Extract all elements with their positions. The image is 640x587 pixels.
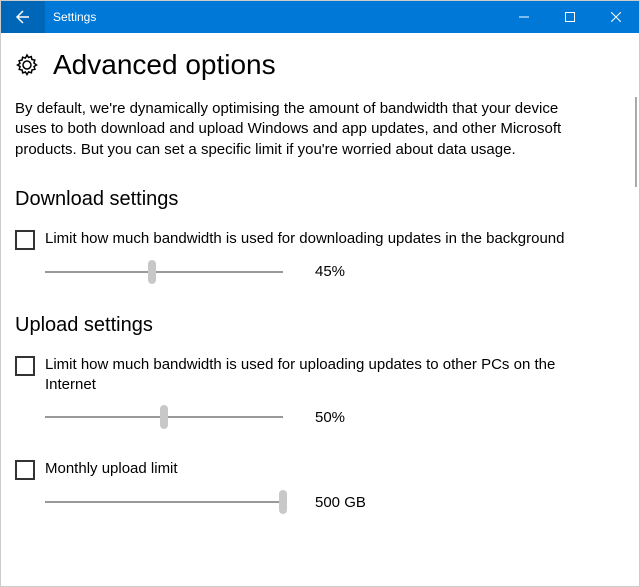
slider-thumb[interactable]: [160, 405, 168, 429]
page-title: Advanced options: [53, 49, 276, 81]
minimize-button[interactable]: [501, 1, 547, 33]
download-limit-row: Limit how much bandwidth is used for dow…: [15, 229, 625, 250]
minimize-icon: [519, 12, 529, 22]
slider-track: [45, 501, 283, 503]
upload-bandwidth-slider[interactable]: [45, 405, 283, 429]
close-button[interactable]: [593, 1, 639, 33]
page-header: Advanced options: [15, 49, 625, 81]
upload-limit-checkbox[interactable]: [15, 356, 35, 376]
monthly-limit-row: Monthly upload limit: [15, 459, 625, 480]
content-area: Advanced options By default, we're dynam…: [1, 33, 639, 586]
monthly-limit-label: Monthly upload limit: [45, 459, 178, 479]
download-limit-checkbox[interactable]: [15, 230, 35, 250]
monthly-upload-slider[interactable]: [45, 490, 283, 514]
arrow-left-icon: [15, 9, 31, 25]
maximize-icon: [565, 12, 575, 22]
window-title: Settings: [53, 10, 501, 24]
slider-thumb[interactable]: [148, 260, 156, 284]
scrollbar[interactable]: [635, 97, 637, 187]
upload-limit-row: Limit how much bandwidth is used for upl…: [15, 355, 625, 396]
slider-thumb[interactable]: [279, 490, 287, 514]
download-slider-value: 45%: [315, 263, 345, 280]
download-limit-label: Limit how much bandwidth is used for dow…: [45, 229, 565, 249]
window-controls: [501, 1, 639, 33]
back-button[interactable]: [1, 1, 45, 33]
monthly-limit-checkbox[interactable]: [15, 460, 35, 480]
upload-slider-value: 50%: [315, 409, 345, 426]
monthly-slider-row: 500 GB: [45, 490, 625, 514]
download-slider-row: 45%: [45, 260, 625, 284]
slider-track: [45, 271, 283, 273]
upload-slider-row: 50%: [45, 405, 625, 429]
monthly-slider-value: 500 GB: [315, 494, 366, 511]
page-description: By default, we're dynamically optimising…: [15, 99, 575, 160]
maximize-button[interactable]: [547, 1, 593, 33]
download-settings-heading: Download settings: [15, 188, 625, 211]
close-icon: [611, 12, 621, 22]
upload-settings-heading: Upload settings: [15, 314, 625, 337]
titlebar: Settings: [1, 1, 639, 33]
download-bandwidth-slider[interactable]: [45, 260, 283, 284]
gear-icon: [15, 53, 39, 77]
upload-limit-label: Limit how much bandwidth is used for upl…: [45, 355, 605, 396]
